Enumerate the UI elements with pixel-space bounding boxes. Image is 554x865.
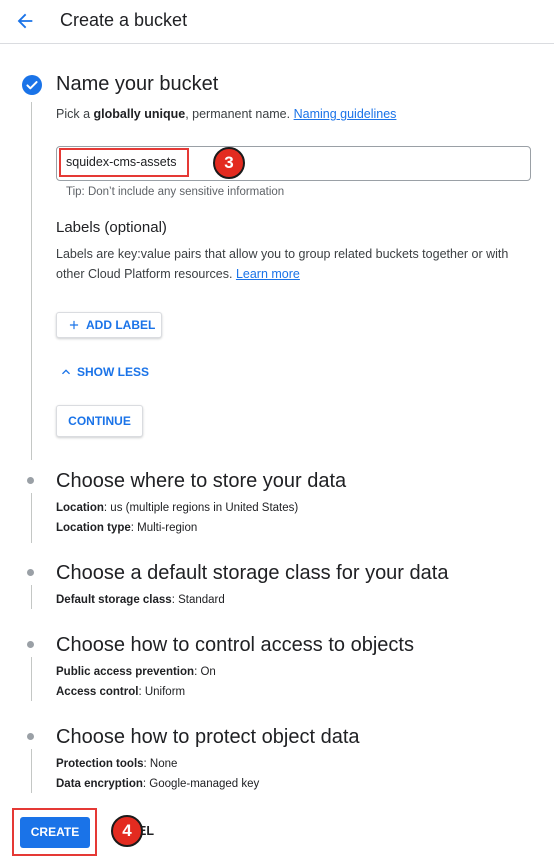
data-encryption-value: : Google-managed key [142,778,260,790]
annotation-badge-4: 4 [111,815,143,847]
step3-title: Choose a default storage class for your … [56,562,449,584]
public-access-detail: Public access prevention: On [56,666,216,678]
step-connector-3 [31,585,32,609]
step-connector-2 [31,493,32,543]
protection-tools-label: Protection tools [56,758,144,770]
page-title: Create a bucket [60,10,188,30]
desc-bold: globally unique [93,107,186,121]
location-type-detail: Location type: Multi-region [56,522,197,534]
step5-title: Choose how to protect object data [56,726,360,748]
step-dot-3 [27,569,34,576]
check-circle-icon [22,75,42,95]
labels-description: Labels are key:value pairs that allow yo… [56,244,536,284]
learn-more-link[interactable]: Learn more [236,267,300,281]
arrow-back-icon[interactable] [14,10,36,32]
bucket-name-hint: Tip: Don’t include any sensitive informa… [66,186,285,198]
location-type-label: Location type [56,522,131,534]
page-header: Create a bucket [0,0,554,44]
step-dot-5 [27,733,34,740]
step-connector-4 [31,657,32,701]
data-encryption-detail: Data encryption: Google-managed key [56,778,259,790]
labels-title: Labels (optional) [56,219,167,236]
public-access-label: Public access prevention [56,666,195,678]
step-dot-4 [27,641,34,648]
storage-class-value: : Standard [171,594,225,606]
add-label-button[interactable]: ADD LABEL [56,312,162,338]
location-type-value: : Multi-region [130,522,198,534]
add-label-text: ADD LABEL [86,318,156,332]
desc-suffix: , permanent name. [185,107,294,121]
protection-tools-value: : None [143,758,178,770]
location-label: Location [56,502,104,514]
continue-button[interactable]: CONTINUE [56,405,143,437]
continue-text: CONTINUE [68,414,131,428]
data-encryption-label: Data encryption [56,778,143,790]
storage-class-detail: Default storage class: Standard [56,594,225,606]
bucket-name-value[interactable]: squidex-cms-assets [66,155,176,169]
step-connector-5 [31,749,32,793]
location-value: : us (multiple regions in United States) [103,502,299,514]
access-control-label: Access control [56,686,139,698]
show-less-button[interactable]: SHOW LESS [58,364,149,380]
access-control-value: : Uniform [138,686,186,698]
access-control-detail: Access control: Uniform [56,686,185,698]
naming-guidelines-link[interactable]: Naming guidelines [294,107,397,121]
storage-class-label: Default storage class [56,594,172,606]
chevron-up-icon [62,369,70,375]
step2-title: Choose where to store your data [56,470,347,492]
step1-description: Pick a globally unique, permanent name. … [56,104,396,124]
protection-tools-detail: Protection tools: None [56,758,177,770]
public-access-value: : On [194,666,216,678]
annotation-badge-3: 3 [213,147,245,179]
location-detail: Location: us (multiple regions in United… [56,502,298,514]
desc-prefix: Pick a [56,107,94,121]
step1-title: Name your bucket [56,73,219,95]
show-less-text: SHOW LESS [77,365,150,379]
step-dot-2 [27,477,34,484]
step-connector-1 [31,102,32,460]
plus-icon [69,320,79,330]
create-button[interactable]: CREATE [20,817,90,848]
step4-title: Choose how to control access to objects [56,634,414,656]
